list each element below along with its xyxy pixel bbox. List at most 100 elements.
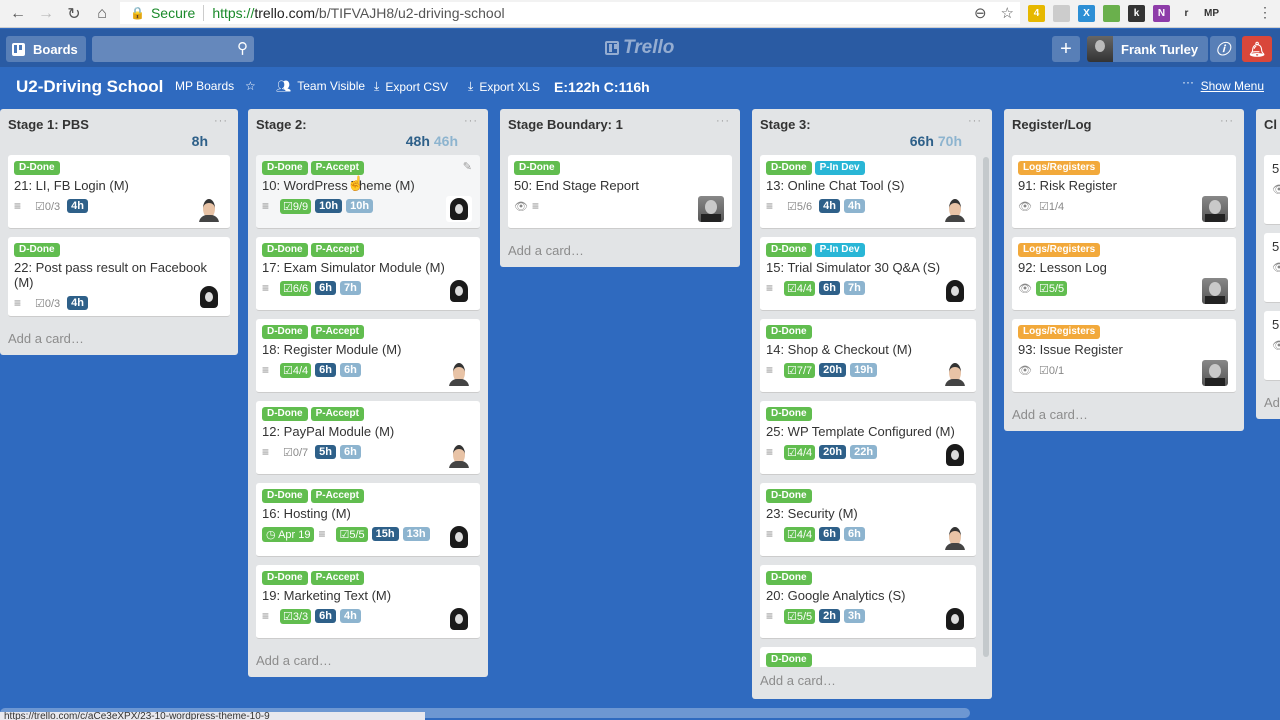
card[interactable]: D-Done P-Accept 12: PayPal Module (M) ≡ ☑0/7… [256, 401, 480, 475]
card-title: 14: Shop & Checkout (M) [766, 342, 912, 357]
list-title[interactable]: Cl [1264, 117, 1277, 132]
zoom-out-icon[interactable]: ⊖ [974, 4, 987, 22]
member-avatar[interactable] [942, 442, 968, 468]
list-title[interactable]: Stage 1: PBS [8, 117, 89, 132]
list-title[interactable]: Stage 3: [760, 117, 811, 132]
card-title: 93: Issue Register [1018, 342, 1123, 357]
member-avatar[interactable] [446, 196, 472, 222]
list-menu-icon[interactable]: ··· [464, 115, 478, 127]
card[interactable]: 5 👁︎ [1264, 233, 1280, 303]
member-avatar[interactable] [1202, 360, 1228, 386]
card[interactable]: 5 👁︎ [1264, 311, 1280, 381]
card-label: P-In Dev [814, 161, 865, 175]
reload-button[interactable]: ↻ [60, 2, 88, 26]
description-icon: ≡ [532, 199, 540, 213]
card[interactable]: D-Done P-Accept 18: Register Module (M) ≡ ☑4… [256, 319, 480, 393]
edit-pencil-icon[interactable]: ✎ [463, 160, 472, 173]
list-menu-icon[interactable]: ··· [968, 115, 982, 127]
ext-onenote-icon[interactable]: N [1153, 4, 1170, 22]
list-menu-icon[interactable]: ··· [716, 115, 730, 127]
card[interactable]: D-Done 50: End Stage Report 👁︎ ≡ [508, 155, 732, 229]
export-xls-button[interactable]: ⤓ Export XLS [468, 79, 540, 94]
add-card-button[interactable]: Add a card… [248, 647, 488, 677]
member-avatar[interactable] [942, 360, 968, 386]
add-card-button[interactable]: Add a card… [752, 667, 992, 697]
member-avatar[interactable] [446, 524, 472, 550]
list-menu-icon[interactable]: ··· [214, 115, 228, 127]
member-avatar[interactable] [942, 606, 968, 632]
list-scrollbar[interactable] [983, 157, 989, 657]
back-button[interactable]: ← [4, 2, 32, 26]
forward-button[interactable]: → [32, 2, 60, 26]
mp-boards-button[interactable]: MP Boards [175, 79, 234, 93]
card[interactable]: Logs/Registers 91: Risk Register 👁︎ ☑1/4 [1012, 155, 1236, 229]
add-card-button[interactable]: Add a card… [1256, 389, 1280, 419]
bookmark-star-icon[interactable]: ☆ [1001, 4, 1014, 22]
list-total: 8h [192, 133, 208, 149]
list-title[interactable]: Stage 2: [256, 117, 307, 132]
visibility-button[interactable]: 👥︎ Team Visible [276, 79, 365, 93]
member-avatar[interactable] [446, 278, 472, 304]
ext-yellow-icon[interactable]: 4 [1028, 4, 1045, 22]
member-avatar[interactable] [942, 524, 968, 550]
ext-k-icon[interactable]: k [1128, 4, 1145, 22]
card[interactable]: D-Done P-In Dev 15: Trial Simulator 30 Q&A… [760, 237, 976, 311]
member-avatar[interactable] [446, 442, 472, 468]
member-avatar[interactable] [446, 606, 472, 632]
card[interactable]: D-Done 22: Post pass result on Facebook (… [8, 237, 230, 317]
card-labels: D-Done [766, 489, 968, 503]
card[interactable]: Logs/Registers 92: Lesson Log 👁︎ ☑5/5 [1012, 237, 1236, 311]
add-button[interactable]: + [1052, 36, 1080, 62]
card[interactable]: 5 👁︎ [1264, 155, 1280, 225]
search-input[interactable]: ⚲ [92, 36, 254, 62]
list-menu-icon[interactable]: ··· [1220, 115, 1234, 127]
watch-icon: 👁︎ [514, 200, 528, 213]
address-bar[interactable]: 🔒 Secure https://trello.com/b/TIFVAJH8/u… [120, 2, 1020, 24]
show-menu-link[interactable]: Show Menu [1201, 79, 1264, 93]
member-avatar[interactable] [942, 278, 968, 304]
card[interactable]: D-Done 14: Shop & Checkout (M) ≡ ☑7/7 20h 19h [760, 319, 976, 393]
member-avatar[interactable] [196, 284, 222, 310]
member-avatar[interactable] [196, 196, 222, 222]
member-avatar[interactable] [1202, 278, 1228, 304]
boards-button[interactable]: Boards [6, 36, 86, 62]
card[interactable]: D-Done 20: Google Analytics (S) ≡ ☑5/5 2h 3h [760, 565, 976, 639]
member-avatar[interactable] [942, 196, 968, 222]
card[interactable]: D-Done 23: Security (M) ≡ ☑4/4 6h 6h [760, 483, 976, 557]
card[interactable]: D-Done P-Accept 17: Exam Simulator Module … [256, 237, 480, 311]
home-button[interactable]: ⌂ [88, 2, 116, 26]
card[interactable]: D-Done 21: LI, FB Login (M) ≡ ☑0/3 4h [8, 155, 230, 229]
star-button[interactable]: ☆ [245, 79, 256, 93]
ext-green-icon[interactable] [1103, 4, 1120, 22]
info-button[interactable]: ⓘ [1210, 36, 1236, 62]
member-avatar[interactable] [698, 196, 724, 222]
card-badges: ≡ ☑4/4 6h 7h [766, 279, 968, 297]
card[interactable]: D-Done P-Accept 10: WordPress Theme (M) ≡ ☑9… [256, 155, 480, 229]
card[interactable]: Logs/Registers 93: Issue Register 👁︎ ☑0/1 [1012, 319, 1236, 393]
list-title[interactable]: Register/Log [1012, 117, 1091, 132]
export-csv-button[interactable]: ⤓ Export CSV [374, 79, 448, 94]
list-title[interactable]: Stage Boundary: 1 [508, 117, 623, 132]
member-avatar[interactable] [1202, 196, 1228, 222]
card[interactable]: D-Done P-In Dev 13: Online Chat Tool (S) ≡ ☑… [760, 155, 976, 229]
member-avatar[interactable] [446, 360, 472, 386]
ext-drive-icon[interactable] [1053, 4, 1070, 22]
ext-r-icon[interactable]: r [1178, 4, 1195, 22]
notifications-button[interactable]: 🔔︎ [1242, 36, 1272, 62]
ext-x-icon[interactable]: X [1078, 4, 1095, 22]
add-card-button[interactable]: Add a card… [500, 237, 740, 267]
add-card-button[interactable]: Add a card… [1004, 401, 1244, 431]
add-card-button[interactable]: Add a card… [0, 325, 238, 355]
description-icon: ≡ [318, 527, 326, 541]
card[interactable]: D-Done 25: WP Template Configured (M) ≡ ☑4/… [760, 401, 976, 475]
ext-mp-icon[interactable]: MP [1203, 4, 1220, 22]
chrome-menu-icon[interactable]: ⋮ [1258, 4, 1272, 21]
trello-logo[interactable]: Trello [605, 37, 674, 59]
card[interactable]: D-Done P-Accept 19: Marketing Text (M) ≡ ☑3/… [256, 565, 480, 639]
board-title[interactable]: U2-Driving School [16, 77, 163, 97]
member-button[interactable]: Frank Turley [1087, 36, 1208, 62]
more-icon[interactable]: ··· [1182, 75, 1194, 89]
description-icon: ≡ [262, 363, 270, 377]
card[interactable]: D-Done P-Accept 16: Hosting (M) ◷ Apr 19 ≡ ☑5… [256, 483, 480, 557]
card[interactable]: D-Done [760, 647, 976, 667]
